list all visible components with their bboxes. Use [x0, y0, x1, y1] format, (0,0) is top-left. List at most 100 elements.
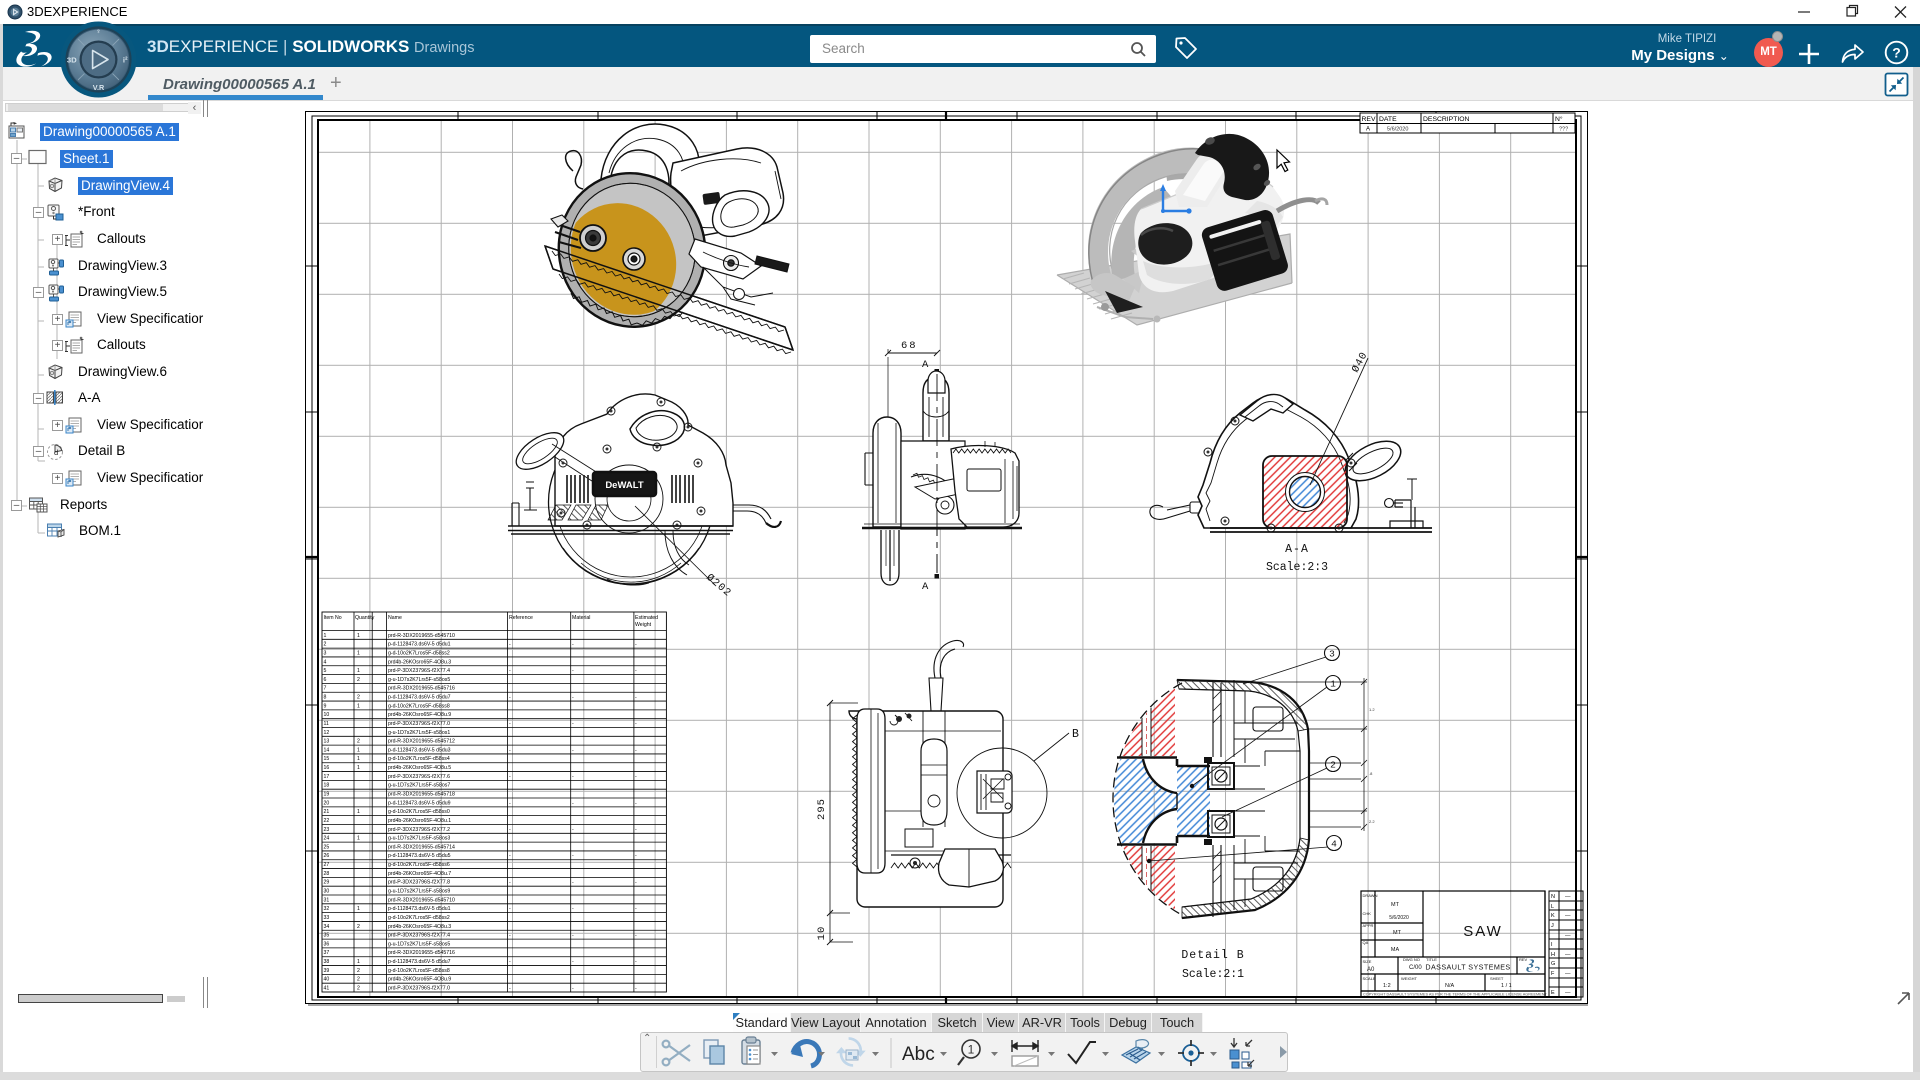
svg-text:41: 41: [324, 986, 330, 992]
svg-text:3: 3: [324, 650, 327, 656]
svg-text:♆: ♆: [96, 27, 101, 36]
svg-text:Quantity: Quantity: [355, 615, 375, 621]
svg-text:TITLE: TITLE: [1426, 957, 1437, 962]
svg-text:1: 1: [357, 703, 360, 709]
svg-text:-: -: [509, 721, 511, 727]
svg-text:A-A: A-A: [1285, 543, 1309, 556]
svg-text:2: 2: [357, 677, 360, 683]
svg-text:-: -: [572, 827, 574, 833]
svg-text:-: -: [509, 695, 511, 701]
svg-text:13: 13: [324, 739, 330, 745]
svg-text:p-d-1128473.ds6V-5 d5du9: p-d-1128473.ds6V-5 d5du9: [388, 800, 451, 806]
svg-text:prd-R-3DX2019655-d545714: prd-R-3DX2019655-d545714: [388, 844, 455, 850]
svg-text:DESCRIPTION: DESCRIPTION: [1423, 116, 1470, 123]
svg-text:E: E: [1551, 990, 1555, 996]
svg-text:g-u-1D7s2K7Lrs5F-s58os5: g-u-1D7s2K7Lrs5F-s58os5: [388, 677, 450, 683]
svg-text:Detail B: Detail B: [1181, 949, 1244, 962]
svg-text:4: 4: [324, 659, 327, 665]
svg-text:3D: 3D: [67, 56, 77, 65]
svg-text:CHK: CHK: [1363, 911, 1372, 916]
svg-text:-: -: [509, 933, 511, 939]
svg-text:prd-R-3DX2019655-d545718: prd-R-3DX2019655-d545718: [388, 792, 455, 798]
svg-text:?: ?: [1892, 44, 1901, 60]
svg-text:Estimated: Estimated: [635, 615, 658, 621]
svg-text:Material: Material: [572, 615, 590, 621]
svg-text:1 / 1: 1 / 1: [1501, 983, 1512, 989]
svg-text:24: 24: [324, 836, 330, 842]
svg-text:prd-R-3DX2019655-d545710: prd-R-3DX2019655-d545710: [388, 633, 455, 639]
svg-text:A: A: [922, 359, 929, 371]
svg-text:C/00: C/00: [1409, 965, 1422, 971]
svg-text:295: 295: [816, 798, 828, 820]
svg-text:DWG NO: DWG NO: [1403, 957, 1420, 962]
svg-text:prd-P-3DX23796S-f2X77.6: prd-P-3DX23796S-f2X77.6: [388, 774, 450, 780]
svg-text:10: 10: [816, 926, 828, 941]
svg-text:DATE: DATE: [1379, 116, 1397, 123]
svg-text:2: 2: [1330, 760, 1336, 771]
svg-text:-: -: [572, 721, 574, 727]
svg-text:p-d-1128473.ds6V-5 d5du7: p-d-1128473.ds6V-5 d5du7: [388, 959, 451, 965]
svg-text:7: 7: [324, 686, 327, 692]
svg-text:g-u-1D7s2K7Lrs5F-s58os7: g-u-1D7s2K7Lrs5F-s58os7: [388, 783, 450, 789]
svg-text:1: 1: [357, 633, 360, 639]
svg-text:g-u-1D7s2K7Lrs5F-s58os3: g-u-1D7s2K7Lrs5F-s58os3: [388, 836, 450, 842]
svg-text:G: G: [1551, 961, 1555, 967]
svg-text:40: 40: [324, 977, 330, 983]
svg-text:4: 4: [1331, 839, 1337, 850]
svg-text:L: L: [1551, 904, 1554, 910]
svg-text:-: -: [509, 747, 511, 753]
svg-text:SAW: SAW: [1463, 923, 1503, 940]
svg-text:MT: MT: [1391, 902, 1400, 908]
svg-text:Reference: Reference: [509, 615, 533, 621]
svg-text:—: —: [1565, 990, 1571, 996]
svg-text:prd-R-3DX2019655-d545712: prd-R-3DX2019655-d545712: [388, 739, 455, 745]
svg-text:???: ???: [1559, 127, 1568, 133]
svg-text:—: —: [1565, 913, 1571, 919]
svg-text:-: -: [635, 774, 637, 780]
svg-text:-: -: [635, 853, 637, 859]
svg-text:12: 12: [324, 730, 330, 736]
svg-text:1: 1: [357, 906, 360, 912]
svg-text:1: 1: [357, 756, 360, 762]
svg-text:H: H: [1551, 952, 1555, 958]
svg-text:prd-R-3DX2019655-d545716: prd-R-3DX2019655-d545716: [388, 950, 455, 956]
svg-text:prd4b-26KOsro65F-4O8u.5: prd4b-26KOsro65F-4O8u.5: [388, 765, 451, 771]
svg-text:32: 32: [324, 906, 330, 912]
svg-text:8: 8: [324, 695, 327, 701]
svg-text:prd4b-26KOsro65F-4O8u.9: prd4b-26KOsro65F-4O8u.9: [388, 977, 451, 983]
svg-text:-: -: [572, 642, 574, 648]
svg-text:g-d-10o2K7Lros5F-d58ss8: g-d-10o2K7Lros5F-d58ss8: [388, 968, 450, 974]
svg-text:prd-P-3DX23796S-f2X77.0: prd-P-3DX23796S-f2X77.0: [388, 721, 450, 727]
svg-text:27: 27: [324, 862, 330, 868]
svg-text:prd-P-3DX23796S-f2X77.8: prd-P-3DX23796S-f2X77.8: [388, 880, 450, 886]
svg-text:B: B: [1072, 728, 1079, 741]
svg-text:A: A: [922, 581, 929, 593]
svg-text:-: -: [635, 642, 637, 648]
svg-text:-: -: [572, 959, 574, 965]
svg-text:-: -: [635, 959, 637, 965]
svg-text:35: 35: [324, 933, 330, 939]
svg-text:1: 1: [357, 959, 360, 965]
svg-text:1.2: 1.2: [1369, 707, 1375, 712]
svg-text:COPYRIGHT DASSAULT SYSTEMES AS: COPYRIGHT DASSAULT SYSTEMES AS PER THE T…: [1363, 992, 1547, 996]
svg-text:10: 10: [324, 712, 330, 718]
svg-text:-: -: [509, 827, 511, 833]
svg-text:15: 15: [324, 756, 330, 762]
svg-text:-: -: [635, 668, 637, 674]
svg-text:prd-P-3DX23796S-f2X77.4: prd-P-3DX23796S-f2X77.4: [388, 933, 450, 939]
svg-text:39: 39: [324, 968, 330, 974]
svg-text:prd-P-3DX23796S-f2X77.4: prd-P-3DX23796S-f2X77.4: [388, 668, 450, 674]
svg-text:DeWALT: DeWALT: [605, 480, 644, 491]
svg-text:Scale:2:1: Scale:2:1: [1182, 968, 1244, 981]
svg-text:3: 3: [1329, 649, 1335, 660]
svg-text:g-d-10o2K7Lros5F-d58ss0: g-d-10o2K7Lros5F-d58ss0: [388, 809, 450, 815]
svg-text:DASSAULT SYSTEMES: DASSAULT SYSTEMES: [1425, 963, 1510, 972]
svg-text:2: 2: [357, 977, 360, 983]
svg-text:37: 37: [324, 950, 330, 956]
svg-text:p-d-1128473.ds6V-5 d5du1: p-d-1128473.ds6V-5 d5du1: [388, 906, 451, 912]
svg-text:prd-P-3DX23796S-f2X77.0: prd-P-3DX23796S-f2X77.0: [388, 986, 450, 992]
svg-text:Abc: Abc: [902, 1044, 935, 1065]
svg-text:Scale:2:3: Scale:2:3: [1266, 561, 1328, 574]
svg-text:—: —: [1565, 894, 1571, 900]
svg-text:K: K: [1551, 913, 1555, 919]
